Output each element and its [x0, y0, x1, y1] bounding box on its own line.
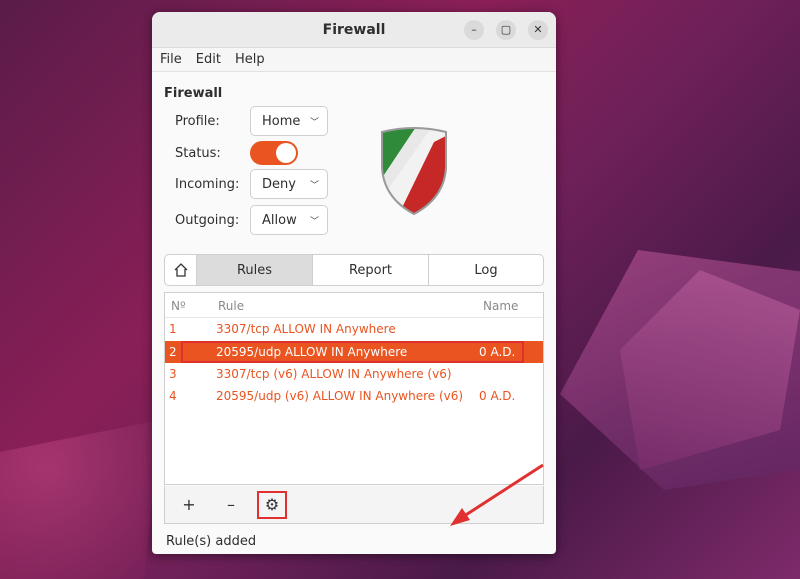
incoming-value: Deny [262, 176, 296, 192]
incoming-label: Incoming: [175, 177, 240, 192]
section-title: Firewall [164, 86, 223, 101]
view-tabs: Rules Report Log [164, 254, 544, 286]
profile-label: Profile: [175, 114, 220, 129]
close-button[interactable]: ✕ [528, 20, 548, 40]
menu-bar: File Edit Help [152, 48, 556, 72]
tab-rules[interactable]: Rules [196, 255, 312, 285]
header-name: Name [483, 299, 519, 313]
chevron-down-icon: ﹀ [309, 117, 319, 128]
table-header: Nº Rule Name [165, 293, 543, 318]
menu-edit[interactable]: Edit [196, 52, 221, 67]
row-rule: 3307/tcp ALLOW IN Anywhere [216, 322, 396, 336]
menu-help[interactable]: Help [235, 52, 265, 67]
wallpaper-shape [0, 420, 160, 579]
table-row[interactable]: 1 3307/tcp ALLOW IN Anywhere [165, 318, 543, 340]
status-label: Status: [175, 146, 221, 161]
header-number: Nº [171, 299, 186, 313]
toggle-knob [276, 143, 296, 163]
firewall-shield-logo [381, 127, 447, 216]
header-rule: Rule [218, 299, 245, 313]
status-bar-text: Rule(s) added [166, 534, 257, 549]
outgoing-value: Allow [262, 212, 297, 228]
table-row[interactable]: 4 20595/udp (v6) ALLOW IN Anywhere (v6) … [165, 385, 543, 407]
menu-file[interactable]: File [160, 52, 182, 67]
row-name: 0 A.D. [479, 389, 516, 403]
gear-icon: ⚙ [264, 495, 280, 514]
status-toggle[interactable] [250, 141, 298, 165]
tab-log[interactable]: Log [428, 255, 543, 285]
outgoing-label: Outgoing: [175, 213, 240, 228]
incoming-dropdown[interactable]: Deny ﹀ [250, 169, 328, 199]
selection-highlight-box [181, 341, 524, 363]
row-number: 2 [169, 345, 177, 359]
add-rule-button[interactable]: + [177, 494, 201, 516]
row-number: 3 [169, 367, 177, 381]
tab-home[interactable] [165, 255, 196, 285]
row-number: 1 [169, 322, 177, 336]
profile-value: Home [262, 113, 301, 129]
table-row[interactable]: 3 3307/tcp (v6) ALLOW IN Anywhere (v6) [165, 363, 543, 385]
outgoing-dropdown[interactable]: Allow ﹀ [250, 205, 328, 235]
profile-dropdown[interactable]: Home ﹀ [250, 106, 328, 136]
maximize-button[interactable]: ▢ [496, 20, 516, 40]
title-bar: Firewall – ▢ ✕ [152, 12, 556, 48]
remove-rule-button[interactable]: – [219, 494, 243, 516]
rules-table: Nº Rule Name 1 3307/tcp ALLOW IN Anywher… [164, 292, 544, 485]
annotation-arrow [450, 463, 544, 526]
home-icon [174, 263, 187, 277]
chevron-down-icon: ﹀ [309, 216, 319, 227]
edit-rule-button[interactable]: ⚙ [257, 491, 287, 519]
minimize-button[interactable]: – [464, 20, 484, 40]
row-rule: 20595/udp (v6) ALLOW IN Anywhere (v6) [216, 389, 464, 403]
chevron-down-icon: ﹀ [309, 180, 319, 191]
row-number: 4 [169, 389, 177, 403]
row-rule: 3307/tcp (v6) ALLOW IN Anywhere (v6) [216, 367, 452, 381]
tab-report[interactable]: Report [312, 255, 428, 285]
